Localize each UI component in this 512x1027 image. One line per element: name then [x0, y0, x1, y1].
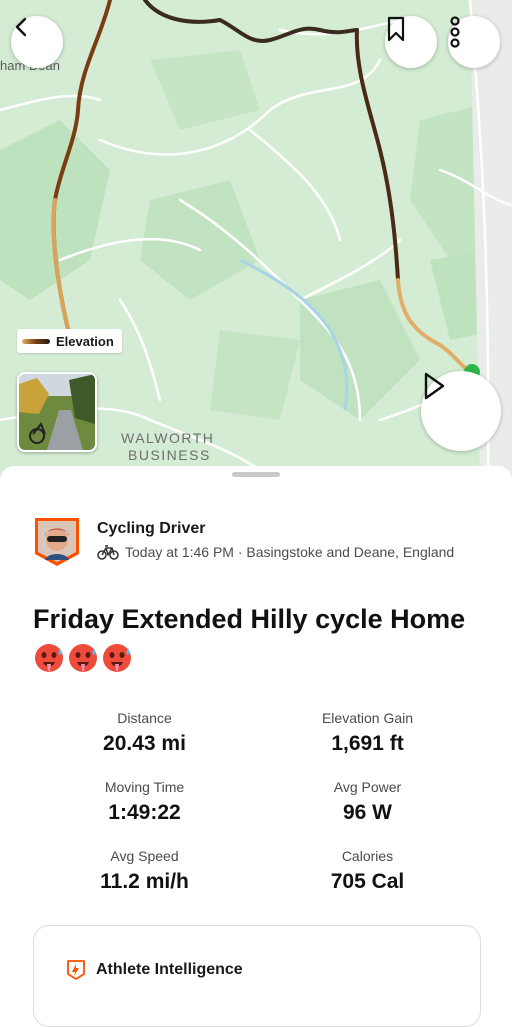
- activity-meta-text: Today at 1:46 PM · Basingstoke and Deane…: [125, 544, 455, 560]
- stat-moving-time: Moving Time 1:49:22: [33, 779, 256, 825]
- athlete-intelligence-title: Athlete Intelligence: [96, 961, 243, 978]
- activity-meta: Today at 1:46 PM · Basingstoke and Deane…: [97, 544, 454, 560]
- elevation-label: Elevation: [56, 333, 114, 349]
- bicycle-icon: [97, 545, 119, 560]
- elevation-gradient-swatch: [22, 338, 50, 344]
- bookmark-button[interactable]: [385, 16, 437, 68]
- hot-face-emoji: [35, 644, 63, 672]
- title-emojis: [33, 642, 135, 674]
- stat-value: 20.43 mi: [103, 732, 186, 755]
- avatar[interactable]: [33, 516, 81, 568]
- elevation-legend[interactable]: Elevation: [17, 329, 122, 353]
- hot-face-emoji: [103, 644, 131, 672]
- stat-label: Moving Time: [104, 779, 185, 795]
- athlete-header[interactable]: Cycling Driver Today at 1:46 PM · Basing…: [33, 516, 454, 568]
- map-area-label-line2: BUSINESS: [128, 447, 211, 463]
- stat-label: Distance: [117, 710, 172, 726]
- stat-label: Calories: [341, 848, 394, 864]
- chevron-left-icon: [15, 17, 27, 37]
- activity-detail-sheet: Cycling Driver Today at 1:46 PM · Basing…: [0, 466, 512, 1027]
- stat-avg-power: Avg Power 96 W: [256, 779, 479, 825]
- stat-value: 705 Cal: [330, 870, 405, 893]
- stat-calories: Calories 705 Cal: [256, 848, 479, 894]
- stat-value: 1,691 ft: [331, 732, 404, 755]
- back-button[interactable]: [11, 16, 63, 68]
- activity-photo-thumbnail[interactable]: [17, 372, 97, 452]
- bookmark-icon: [387, 16, 405, 42]
- stat-value: 11.2 mi/h: [100, 870, 189, 893]
- stat-value: 1:49:22: [108, 801, 181, 824]
- sheet-grabber-handle[interactable]: [232, 472, 280, 477]
- map-area-label: WALWORTH: [121, 430, 215, 446]
- athlete-intelligence-icon: [67, 960, 85, 980]
- stat-label: Avg Speed: [110, 848, 179, 864]
- stat-avg-speed: Avg Speed 11.2 mi/h: [33, 848, 256, 894]
- stat-label: Elevation Gain: [321, 710, 414, 726]
- stat-label: Avg Power: [333, 779, 402, 795]
- route-map[interactable]: ham Dean WALWORTH BUSINESS Elevation: [0, 0, 512, 480]
- more-options-button[interactable]: [448, 16, 500, 68]
- stat-distance: Distance 20.43 mi: [33, 710, 256, 756]
- photo-image: [19, 374, 95, 450]
- hot-face-emoji: [69, 644, 97, 672]
- activity-title: Friday Extended Hilly cycle Home: [33, 604, 466, 634]
- more-vertical-icon: [450, 16, 460, 48]
- stat-value: 96 W: [342, 801, 392, 824]
- athlete-name[interactable]: Cycling Driver: [97, 520, 454, 538]
- play-icon: [424, 372, 445, 400]
- stat-elevation-gain: Elevation Gain 1,691 ft: [256, 710, 479, 756]
- athlete-intelligence-card[interactable]: Athlete Intelligence: [33, 925, 481, 1027]
- play-flyover-button[interactable]: [421, 371, 501, 451]
